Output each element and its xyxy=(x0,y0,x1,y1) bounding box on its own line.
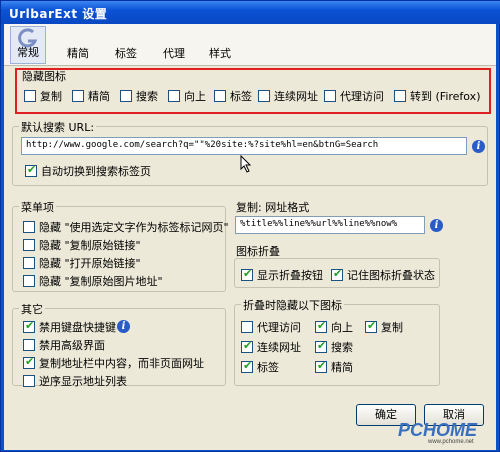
cursor-icon xyxy=(240,155,252,173)
show-fold-button-checkbox[interactable]: 显示折叠按钮 xyxy=(241,267,323,283)
disable-shortcuts-checkbox[interactable]: 禁用键盘快捷键 xyxy=(23,319,116,335)
fold-hide-search-checkbox[interactable]: 搜索 xyxy=(315,339,353,355)
hide-icons-group: 隐藏图标 复制 精简 搜索 向上 标签 连续网址 代理访问 转到 (Firefo… xyxy=(20,70,486,110)
hide-goto-checkbox[interactable]: 转到 (Firefox) xyxy=(394,88,481,104)
fold-hide-group: 折叠时隐藏以下图标 代理访问 向上 复制 连续网址 搜索 标签 精简 xyxy=(234,297,440,386)
hide-search-checkbox[interactable]: 搜索 xyxy=(120,88,158,104)
hide-simplify-checkbox[interactable]: 精简 xyxy=(72,88,110,104)
hide-tag-checkbox[interactable]: 标签 xyxy=(214,88,252,104)
window-title: UrlbarExt 设置 xyxy=(9,7,108,21)
tab-general[interactable]: 常规 xyxy=(10,26,46,64)
icon-fold-group: 显示折叠按钮 记住图标折叠状态 xyxy=(234,258,440,288)
tab-label: 标签 xyxy=(115,47,137,60)
menu-items-group: 菜单项 隐藏 "使用选定文字作为标签标记网页" 隐藏 "复制原始链接" 隐藏 "… xyxy=(12,199,229,292)
copy-format-title: 复制: 网址格式 xyxy=(236,201,310,214)
fold-hide-copy-checkbox[interactable]: 复制 xyxy=(365,319,403,335)
fold-hide-proxy-checkbox[interactable]: 代理访问 xyxy=(241,319,301,335)
title-bar: UrlbarExt 设置 xyxy=(1,1,500,24)
hide-use-selected-text-checkbox[interactable]: 隐藏 "使用选定文字作为标签标记网页" xyxy=(23,219,229,235)
copy-format-info-icon[interactable]: i xyxy=(430,219,443,232)
tab-label: 精简 xyxy=(67,47,89,60)
tab-label: 样式 xyxy=(209,47,231,60)
menu-items-title: 菜单项 xyxy=(19,199,56,215)
copy-urlbar-content-checkbox[interactable]: 复制地址栏中内容，而非页面网址 xyxy=(23,355,204,371)
hide-copy-original-link-checkbox[interactable]: 隐藏 "复制原始链接" xyxy=(23,237,141,253)
shortcuts-info-icon[interactable]: i xyxy=(117,320,130,333)
reverse-url-list-checkbox[interactable]: 逆序显示地址列表 xyxy=(23,373,127,389)
settings-window: UrlbarExt 设置 常规 精简 标签 代理 样式 隐藏图标 复制 精简 搜… xyxy=(0,0,500,452)
fold-hide-simplify-checkbox[interactable]: 精简 xyxy=(315,359,353,375)
icon-fold-title: 图标折叠 xyxy=(236,245,280,258)
hide-copy-checkbox[interactable]: 复制 xyxy=(24,88,62,104)
hide-copy-image-address-checkbox[interactable]: 隐藏 "复制原始图片地址" xyxy=(23,273,163,289)
disable-advanced-ui-checkbox[interactable]: 禁用高级界面 xyxy=(23,337,105,353)
watermark-url: www.pchome.net xyxy=(428,439,474,445)
hide-up-checkbox[interactable]: 向上 xyxy=(168,88,206,104)
tab-label: 常规 xyxy=(17,46,39,59)
tab-simplify[interactable]: 精简 xyxy=(60,26,96,64)
fold-hide-up-checkbox[interactable]: 向上 xyxy=(315,319,353,335)
tab-labels[interactable]: 标签 xyxy=(108,26,144,64)
search-info-icon[interactable]: i xyxy=(472,140,485,153)
tab-label: 代理 xyxy=(163,47,185,60)
fold-hide-consecutive-url-checkbox[interactable]: 连续网址 xyxy=(241,339,301,355)
other-group: 其它 禁用键盘快捷键 i 禁用高级界面 复制地址栏中内容，而非页面网址 逆序显示… xyxy=(12,301,226,389)
tab-toolbar: 常规 精简 标签 代理 样式 xyxy=(4,24,496,66)
pchome-watermark: PCHOME www.pchome.net xyxy=(398,420,494,448)
copy-format-input[interactable]: %title%%line%%url%%line%%now% xyxy=(235,216,425,234)
fold-hide-tag-checkbox[interactable]: 标签 xyxy=(241,359,279,375)
watermark-logo: PCHOME xyxy=(398,420,478,440)
tab-proxy[interactable]: 代理 xyxy=(156,26,192,64)
search-url-title: 默认搜索 URL: xyxy=(19,119,97,135)
tab-style[interactable]: 样式 xyxy=(202,26,238,64)
other-title: 其它 xyxy=(19,301,45,317)
hide-icons-title: 隐藏图标 xyxy=(22,70,66,83)
remember-fold-state-checkbox[interactable]: 记住图标折叠状态 xyxy=(331,267,435,283)
dialog-client: 常规 精简 标签 代理 样式 隐藏图标 复制 精简 搜索 向上 标签 连续网址 xyxy=(4,24,496,450)
hide-consecutive-url-checkbox[interactable]: 连续网址 xyxy=(258,88,318,104)
fold-hide-title: 折叠时隐藏以下图标 xyxy=(241,297,344,313)
hide-open-original-link-checkbox[interactable]: 隐藏 "打开原始链接" xyxy=(23,255,141,271)
hide-proxy-checkbox[interactable]: 代理访问 xyxy=(324,88,384,104)
search-url-input[interactable]: http://www.google.com/search?q=""%20site… xyxy=(21,137,467,155)
auto-switch-search-checkbox[interactable]: 自动切换到搜索标签页 xyxy=(25,163,151,179)
